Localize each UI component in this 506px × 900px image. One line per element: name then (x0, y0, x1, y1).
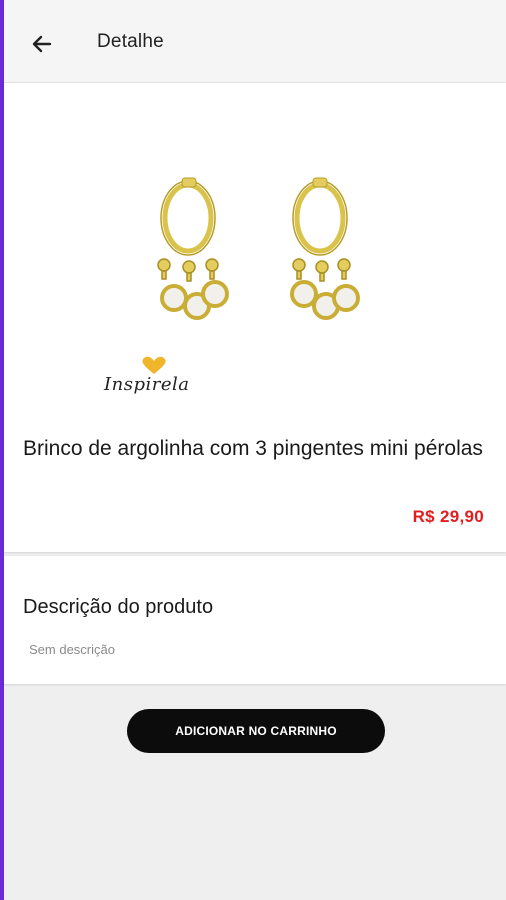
description-title: Descrição do produto (23, 596, 214, 618)
product-name: Brinco de argolinha com 3 pingentes mini… (23, 437, 483, 460)
add-to-cart-button[interactable]: ADICIONAR NO CARRINHO (127, 709, 385, 753)
brand-logo: Inspirela (104, 356, 204, 406)
product-image[interactable]: Inspirela (104, 98, 422, 416)
product-price: R$ 29,90 (412, 507, 484, 526)
product-card: Inspirela Brinco de argolinha com 3 ping… (4, 83, 506, 552)
back-button[interactable] (24, 26, 60, 62)
add-to-cart-label: ADICIONAR NO CARRINHO (175, 724, 337, 738)
heart-icon (142, 356, 166, 374)
arrow-left-icon (32, 35, 52, 53)
description-card: Descrição do produto Sem descrição (4, 556, 506, 684)
app-bar: Detalhe (4, 0, 506, 82)
page-title: Detalhe (97, 31, 164, 52)
description-text: Sem descrição (29, 642, 115, 657)
brand-name: Inspirela (104, 374, 190, 395)
